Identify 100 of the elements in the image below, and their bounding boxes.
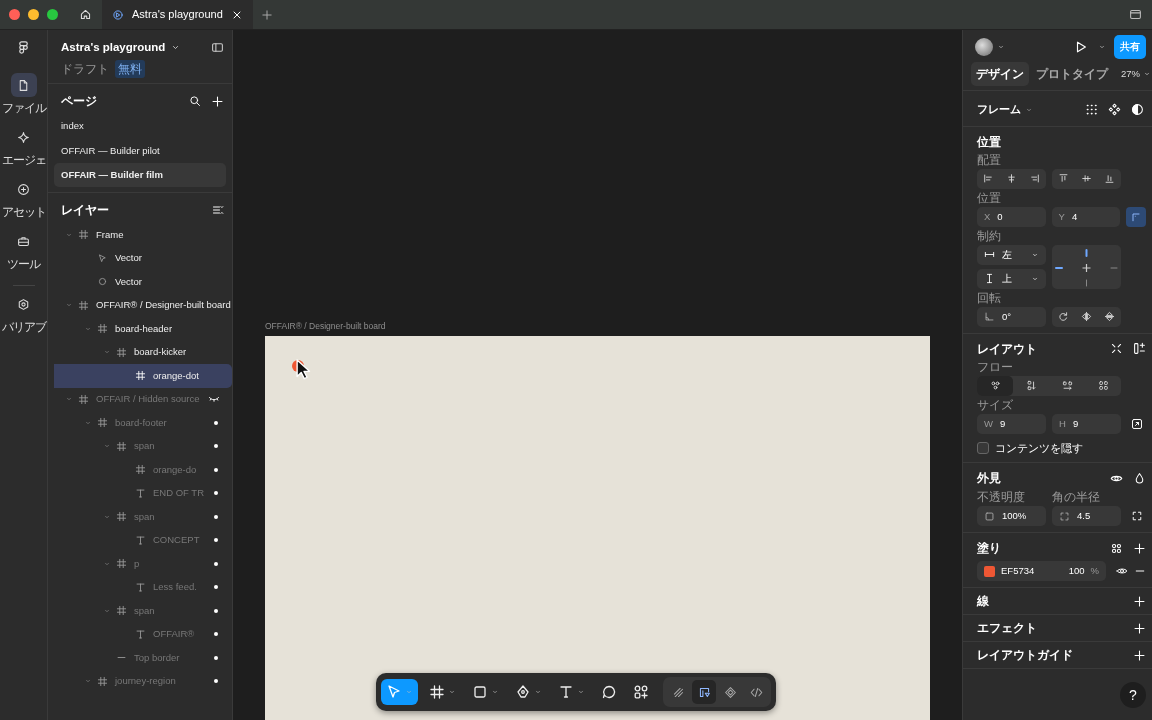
resize-icon[interactable] [1131, 417, 1143, 430]
plan-tag: 無料 [115, 60, 145, 79]
close-window-button[interactable] [9, 9, 20, 20]
file-location: ドラフト [61, 61, 109, 79]
rotation-field[interactable]: 0° [977, 306, 1046, 327]
horizontal-flow-icon [1061, 380, 1073, 392]
vertical-constraint-select[interactable]: 上 [977, 268, 1046, 289]
play-icon[interactable] [1074, 40, 1088, 55]
rail-tab[interactable]: ファイル [0, 73, 48, 117]
layer-row[interactable]: Vector [54, 270, 232, 294]
field-label: 制約 [977, 229, 1002, 243]
search-icon[interactable] [189, 95, 201, 108]
corner-radius-icon[interactable] [1131, 510, 1143, 523]
align-bottom-icon[interactable] [1104, 173, 1115, 185]
opacity-field[interactable]: 100% [977, 506, 1046, 527]
layer-row[interactable]: board-kicker [54, 340, 232, 364]
minimize-window-button[interactable] [28, 9, 39, 20]
section-heading: 線 [977, 593, 990, 611]
file-name[interactable]: Astra's playground [61, 39, 166, 57]
pointer-icon [96, 252, 108, 264]
y-field[interactable]: Y 4 [1051, 206, 1121, 227]
collapse-list-icon[interactable] [212, 204, 224, 216]
sidebar-icon[interactable] [211, 41, 224, 55]
panel-tab[interactable]: デザイン [971, 62, 1029, 87]
contrast-icon[interactable] [1131, 103, 1144, 116]
align-top-icon[interactable] [1058, 173, 1069, 185]
corner-radius-field[interactable]: 4.5 [1052, 506, 1121, 527]
align-left-icon[interactable] [983, 173, 994, 185]
grid-dots-icon[interactable] [1085, 103, 1098, 116]
document-tab[interactable]: Astra's playground [102, 0, 253, 29]
field-label: 角の半径 [1052, 491, 1100, 505]
rail-tab[interactable]: アセット [0, 177, 48, 221]
plus-icon[interactable] [1133, 541, 1146, 555]
color-swatch[interactable] [984, 565, 995, 577]
flip-vertical-icon[interactable] [1104, 311, 1115, 323]
checkbox[interactable] [977, 442, 989, 454]
plus-icon[interactable] [1133, 594, 1146, 608]
drop-icon[interactable] [1133, 471, 1146, 485]
rail-tab[interactable]: ツール [0, 229, 48, 273]
section-heading: レイアウトガイド [977, 647, 1074, 665]
zoom-menu[interactable]: 27% [1115, 66, 1152, 83]
x-field[interactable]: X 0 [977, 206, 1046, 227]
zoom-window-button[interactable] [47, 9, 58, 20]
hash-icon [96, 417, 108, 429]
plus-icon[interactable] [1133, 648, 1146, 662]
caret-icon[interactable] [448, 688, 456, 696]
shrink-icon[interactable] [1110, 342, 1123, 356]
page-item[interactable]: index [54, 114, 226, 139]
panel-tab[interactable]: プロトタイプ [1031, 62, 1113, 87]
horizontal-constraint-select[interactable]: 左 [977, 244, 1046, 265]
layer-row[interactable]: Vector [54, 246, 232, 270]
avatar[interactable] [975, 38, 993, 57]
hidden-dot [214, 655, 218, 660]
caret-icon[interactable] [491, 688, 499, 696]
field-label: 位置 [977, 191, 1002, 205]
text-icon [134, 534, 146, 546]
logo-icon[interactable] [16, 40, 31, 55]
page-item[interactable]: OFFAIR — Builder pilot [54, 138, 226, 163]
design-icon [697, 685, 711, 699]
fill-field[interactable]: EF5734 100 % [977, 561, 1106, 582]
hidden-dot [214, 632, 218, 637]
layer-row[interactable]: orange-dot [54, 364, 232, 388]
align-middle-icon[interactable] [1081, 173, 1092, 185]
page-item[interactable]: OFFAIR — Builder film [54, 162, 226, 187]
hidden-dot [214, 679, 218, 684]
layer-row[interactable]: Frame [54, 223, 232, 247]
hidden-dot [214, 444, 218, 449]
rotate-icon[interactable] [1058, 311, 1069, 323]
flow-option[interactable] [977, 375, 1013, 396]
align-center-icon[interactable] [1006, 173, 1017, 185]
frame-menu[interactable]: フレーム [977, 101, 1033, 118]
caret-icon[interactable] [577, 688, 585, 696]
mode-button[interactable] [692, 680, 716, 704]
tool-button[interactable] [381, 679, 418, 705]
component-icon[interactable] [1108, 103, 1121, 116]
flip-horizontal-icon[interactable] [1081, 311, 1092, 323]
layer-row[interactable]: OFFAIR® / Designer-built board [54, 293, 232, 317]
plus-icon[interactable] [1133, 621, 1146, 635]
styles-icon[interactable] [1110, 541, 1123, 555]
hidden-dot [214, 561, 218, 566]
width-field[interactable]: W 9 [977, 413, 1046, 434]
plus-circle-icon [17, 182, 30, 196]
help-button[interactable]: ? [1120, 682, 1146, 708]
absolute-position-toggle[interactable] [1126, 206, 1146, 227]
caret-icon[interactable] [534, 688, 542, 696]
comment-icon [601, 684, 617, 700]
plus-icon[interactable] [211, 94, 224, 108]
section-heading: レイアウト [977, 340, 1038, 358]
rail-tab[interactable]: エージェ [0, 125, 48, 169]
layer-row[interactable]: board-header [54, 317, 232, 341]
rail-tab[interactable]: バリアブ [0, 292, 48, 336]
height-field[interactable]: H 9 [1052, 413, 1121, 434]
window-icon[interactable] [1129, 8, 1142, 21]
frame-label[interactable]: OFFAIR® / Designer-built board [265, 320, 386, 333]
align-right-icon[interactable] [1029, 173, 1040, 185]
hash-icon [115, 511, 127, 523]
auto-layout-icon[interactable] [1133, 342, 1146, 356]
cursor-icon [386, 684, 402, 700]
checkbox-label: コンテンツを隠す [995, 440, 1083, 456]
pages-heading: ページ [61, 93, 98, 111]
